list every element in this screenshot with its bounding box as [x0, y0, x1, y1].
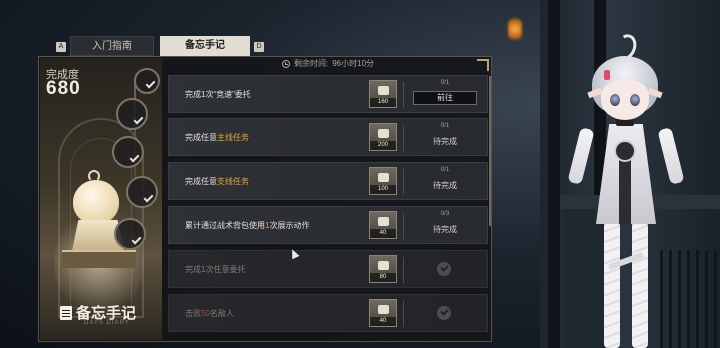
task-title-text: 完成任意: [185, 177, 217, 186]
reward-token-icon: [378, 129, 389, 138]
reward-item[interactable]: 80: [369, 255, 397, 283]
reward-item[interactable]: 40: [369, 299, 397, 327]
task-title-text: 完成任意: [185, 133, 217, 142]
character-arm: [567, 127, 595, 185]
mascot-head: [73, 180, 119, 224]
reward-amount: 200: [370, 141, 396, 150]
character-hairpin: [604, 70, 610, 80]
footer-subtitle: DAYS DIARY: [84, 320, 130, 326]
remaining-time: 剩余时间: 96小时10分: [282, 58, 374, 69]
reward-token-icon: [378, 305, 389, 314]
row-divider: [403, 257, 404, 283]
row-divider: [403, 125, 404, 151]
character-eye: [610, 94, 620, 106]
milestone-reward[interactable]: [112, 136, 144, 168]
milestone-reward[interactable]: [126, 176, 158, 208]
completed-check-icon: [437, 262, 451, 276]
task-title: 累计通过战术背包使用1次展示动作: [185, 220, 309, 231]
panel-corner-ornament: [477, 59, 489, 71]
row-divider: [403, 82, 404, 108]
character-face: [601, 80, 649, 120]
task-progress: 0/3: [440, 211, 450, 217]
task-row: 完成1次“竞速”委托 160 0/1 前往: [168, 75, 488, 113]
tab-memo[interactable]: 备忘手记: [160, 36, 250, 56]
task-status: 待完成: [433, 137, 457, 146]
reward-token-icon: [378, 173, 389, 182]
task-progress: 0/1: [440, 167, 450, 173]
mascot-book: [62, 250, 136, 268]
task-list-scrollbar[interactable]: [489, 76, 491, 226]
timer-label: 剩余时间:: [294, 59, 329, 68]
task-title-highlight: 50: [201, 309, 210, 318]
check-icon: [131, 234, 142, 245]
reward-item[interactable]: 200: [369, 123, 397, 151]
row-divider: [403, 301, 404, 327]
reward-token-icon: [378, 261, 389, 270]
task-status: 待完成: [433, 181, 457, 190]
tab-guide[interactable]: 入门指南: [70, 36, 154, 56]
reward-amount: 40: [370, 229, 396, 238]
task-title-highlight: 支线任务: [217, 177, 249, 186]
goto-button[interactable]: 前往: [413, 91, 477, 105]
task-row: 完成任意支线任务 100 0/1 待完成: [168, 162, 488, 200]
character-arm: [657, 127, 685, 185]
task-title-text: 次展示动作: [269, 221, 310, 230]
milestone-reward[interactable]: [116, 98, 148, 130]
task-title-text: 完成1次任意委托: [185, 265, 246, 274]
notebook-icon: [60, 305, 72, 320]
milestone-reward[interactable]: [134, 68, 160, 94]
timer-value: 96小时10分: [332, 59, 375, 68]
dress-emblem: [614, 140, 636, 162]
reward-amount: 80: [370, 273, 396, 282]
reward-amount: 100: [370, 185, 396, 194]
tab-next-key[interactable]: D: [254, 42, 264, 52]
task-row: 完成1次任意委托 80: [168, 250, 488, 288]
completed-check-icon: [437, 306, 451, 320]
reward-item[interactable]: 100: [369, 167, 397, 195]
task-title-text: 名敌人: [209, 309, 234, 318]
task-row: 完成任意主线任务 200 0/1 待完成: [168, 118, 488, 156]
clock-icon: [282, 59, 290, 68]
milestone-reward[interactable]: [114, 218, 146, 250]
check-icon: [143, 192, 154, 203]
task-title-text: 累计通过战术背包使用: [185, 221, 265, 230]
reward-token-icon: [378, 217, 389, 226]
task-title: 完成任意主线任务: [185, 132, 249, 143]
reward-amount: 160: [370, 98, 396, 107]
character-model: [567, 28, 686, 348]
character-leg: [604, 222, 620, 348]
task-status: 待完成: [433, 225, 457, 234]
task-title: 完成1次任意委托: [185, 264, 245, 275]
check-icon: [133, 114, 144, 125]
task-title-text: 击败: [185, 309, 201, 318]
reward-item[interactable]: 40: [369, 211, 397, 239]
task-title-highlight: 主线任务: [217, 133, 249, 142]
lamp-light: [508, 18, 522, 40]
task-title-text: 完成1次“竞速”委托: [185, 90, 251, 99]
task-progress: 0/1: [440, 80, 450, 86]
background-post: [548, 0, 560, 348]
reward-token-icon: [378, 86, 389, 95]
completion-value: 680: [46, 78, 81, 99]
row-divider: [403, 169, 404, 195]
task-title: 完成1次“竞速”委托: [185, 89, 251, 100]
check-icon: [145, 78, 156, 89]
check-icon: [129, 152, 140, 163]
tab-prev-key[interactable]: A: [56, 42, 66, 52]
reward-amount: 40: [370, 317, 396, 326]
task-title: 击败50名敌人: [185, 308, 234, 319]
task-row: 击败50名敌人 40: [168, 294, 488, 332]
task-progress: 0/1: [440, 123, 450, 129]
reward-item[interactable]: 160: [369, 80, 397, 108]
character-leg: [632, 222, 648, 348]
character-eye: [630, 94, 640, 106]
task-title: 完成任意支线任务: [185, 176, 249, 187]
row-divider: [403, 213, 404, 239]
task-row: 累计通过战术背包使用1次展示动作 40 0/3 待完成: [168, 206, 488, 244]
